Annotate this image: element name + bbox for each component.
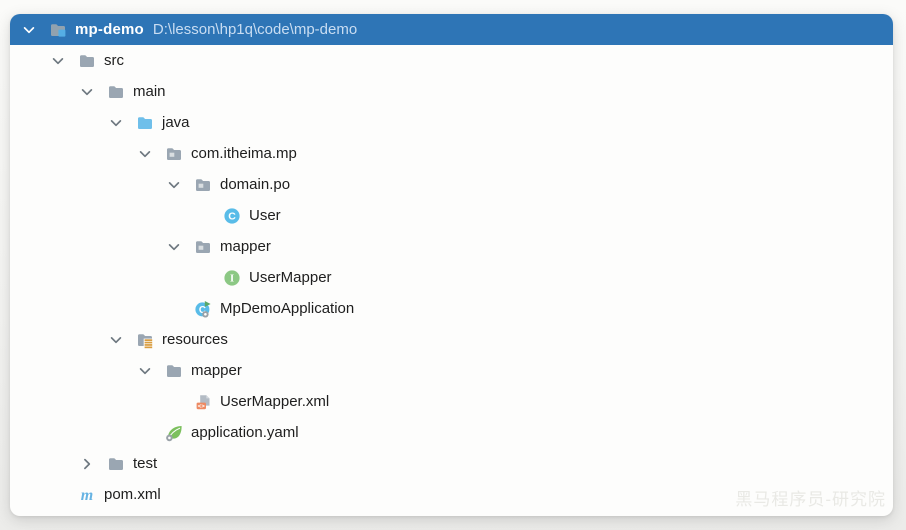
tree-item-label: src <box>104 52 124 70</box>
tree-row-domain-po[interactable]: domain.po <box>10 169 893 200</box>
project-window: mp-demo D:\lesson\hp1q\code\mp-demo srcm… <box>10 14 893 516</box>
xml-file-icon: <> <box>194 393 212 411</box>
package-icon <box>194 176 212 194</box>
folder-icon <box>107 83 125 101</box>
tree-item-label: UserMapper <box>249 269 332 287</box>
chevron-spacer <box>165 393 183 411</box>
tree-row-java[interactable]: java <box>10 107 893 138</box>
chevron-spacer <box>194 207 212 225</box>
interface-icon: I <box>223 269 241 287</box>
tree-item-label: test <box>133 455 157 473</box>
package-icon <box>165 145 183 163</box>
project-header-row[interactable]: mp-demo D:\lesson\hp1q\code\mp-demo <box>10 14 893 45</box>
svg-text:C: C <box>228 210 236 222</box>
folder-sources-icon <box>136 114 154 132</box>
folder-project-icon <box>49 21 67 39</box>
chevron-down-icon[interactable] <box>49 52 67 70</box>
tree-item-label: resources <box>162 331 228 349</box>
svg-text:m: m <box>81 487 93 504</box>
project-name: mp-demo <box>75 21 144 38</box>
tree-row-src[interactable]: src <box>10 45 893 76</box>
class-icon: C <box>223 207 241 225</box>
yaml-spring-icon <box>165 424 183 442</box>
tree-item-label: java <box>162 114 190 132</box>
tree-item-label: MpDemoApplication <box>220 300 354 318</box>
chevron-down-icon[interactable] <box>78 83 96 101</box>
maven-icon: m <box>78 486 96 504</box>
chevron-down-icon[interactable] <box>20 21 38 39</box>
tree-row-application-yaml[interactable]: application.yaml <box>10 417 893 448</box>
chevron-down-icon[interactable] <box>136 362 154 380</box>
tree-item-label: User <box>249 207 281 225</box>
chevron-down-icon[interactable] <box>165 238 183 256</box>
chevron-down-icon[interactable] <box>107 114 125 132</box>
chevron-down-icon[interactable] <box>136 145 154 163</box>
folder-icon <box>107 455 125 473</box>
tree-row-usermapper-xml[interactable]: <> UserMapper.xml <box>10 386 893 417</box>
folder-icon <box>165 362 183 380</box>
folder-icon <box>78 52 96 70</box>
chevron-spacer <box>194 269 212 287</box>
package-icon <box>194 238 212 256</box>
tree-row-usermapper[interactable]: I UserMapper <box>10 262 893 293</box>
tree-item-label: com.itheima.mp <box>191 145 297 163</box>
tree-item-label: main <box>133 83 166 101</box>
tree-row-mapper[interactable]: mapper <box>10 355 893 386</box>
chevron-spacer <box>165 300 183 318</box>
tree-item-label: pom.xml <box>104 486 161 504</box>
tree-row-mpdemoapplication[interactable]: C MpDemoApplication <box>10 293 893 324</box>
tree-item-label: application.yaml <box>191 424 299 442</box>
svg-text:<>: <> <box>198 402 206 409</box>
chevron-spacer <box>136 424 154 442</box>
chevron-spacer <box>49 486 67 504</box>
boot-class-icon: C <box>194 300 212 318</box>
tree-row-main[interactable]: main <box>10 76 893 107</box>
tree-item-label: UserMapper.xml <box>220 393 329 411</box>
tree-item-label: domain.po <box>220 176 290 194</box>
project-path: D:\lesson\hp1q\code\mp-demo <box>153 21 357 38</box>
tree-row-resources[interactable]: resources <box>10 324 893 355</box>
tree-item-label: mapper <box>191 362 242 380</box>
project-tree: srcmain javacom.itheima.mp domain.po C User m… <box>10 45 893 510</box>
tree-row-test[interactable]: test <box>10 448 893 479</box>
tree-row-com-itheima-mp[interactable]: com.itheima.mp <box>10 138 893 169</box>
tree-item-label: mapper <box>220 238 271 256</box>
tree-row-pom-xml[interactable]: m pom.xml <box>10 479 893 510</box>
chevron-down-icon[interactable] <box>107 331 125 349</box>
folder-resources-icon <box>136 331 154 349</box>
tree-row-mapper[interactable]: mapper <box>10 231 893 262</box>
tree-row-user[interactable]: C User <box>10 200 893 231</box>
chevron-right-icon[interactable] <box>78 455 96 473</box>
chevron-down-icon[interactable] <box>165 176 183 194</box>
svg-text:I: I <box>230 273 234 284</box>
